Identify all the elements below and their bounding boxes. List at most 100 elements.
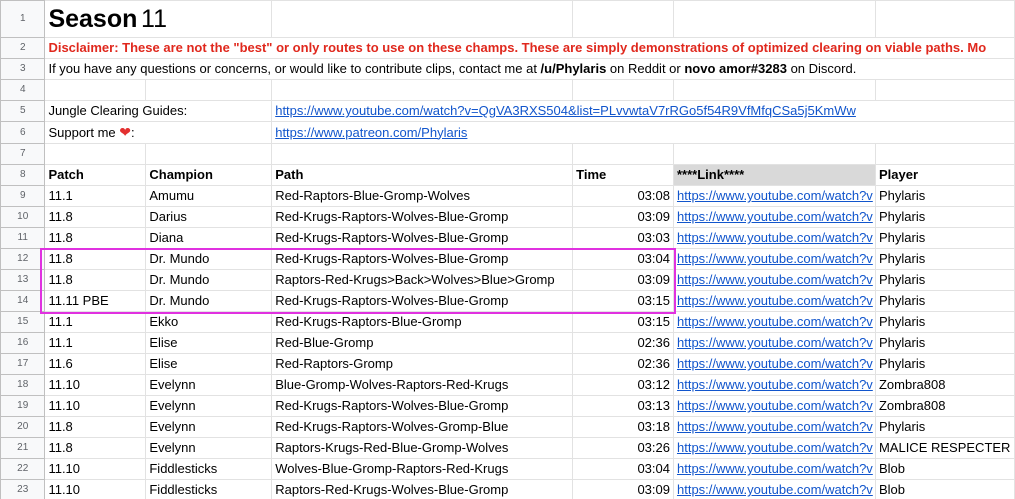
champion-cell[interactable]: Evelynn xyxy=(145,395,273,417)
patch-cell[interactable]: 11.1 xyxy=(44,185,147,207)
video-link[interactable]: https://www.youtube.com/watch?v xyxy=(677,482,873,497)
video-link[interactable]: https://www.youtube.com/watch?v xyxy=(677,314,873,329)
path-cell[interactable]: Raptors-Red-Krugs-Wolves-Blue-Gromp xyxy=(271,479,574,499)
link-cell[interactable]: https://www.youtube.com/watch?v xyxy=(672,374,876,396)
patch-cell[interactable]: 11.11 PBE xyxy=(44,290,147,312)
video-link[interactable]: https://www.youtube.com/watch?v xyxy=(677,398,873,413)
link-cell[interactable]: https://www.youtube.com/watch?v xyxy=(672,206,876,228)
row-header[interactable]: 4 xyxy=(0,79,46,101)
time-cell[interactable]: 03:15 xyxy=(572,290,674,312)
champion-cell[interactable]: Diana xyxy=(145,227,273,249)
time-cell[interactable]: 03:09 xyxy=(572,269,674,291)
player-cell[interactable]: Phylaris xyxy=(874,332,1015,354)
path-cell[interactable]: Red-Krugs-Raptors-Wolves-Gromp-Blue xyxy=(271,416,574,438)
patch-cell[interactable]: 11.1 xyxy=(44,311,147,333)
path-cell[interactable]: Red-Krugs-Raptors-Wolves-Blue-Gromp xyxy=(271,227,574,249)
time-cell[interactable]: 03:12 xyxy=(572,374,674,396)
cell[interactable] xyxy=(145,79,273,101)
patch-cell[interactable]: 11.1 xyxy=(44,332,147,354)
patch-cell[interactable]: 11.10 xyxy=(44,374,147,396)
time-cell[interactable]: 03:13 xyxy=(572,395,674,417)
header-player[interactable]: Player xyxy=(874,164,1015,186)
table-row[interactable]: 10 11.8 Darius Red-Krugs-Raptors-Wolves-Blu… xyxy=(0,206,1015,228)
patch-cell[interactable]: 11.6 xyxy=(44,353,147,375)
support-link-cell[interactable]: https://www.patreon.com/Phylaris xyxy=(271,121,1015,144)
champion-cell[interactable]: Evelynn xyxy=(145,374,273,396)
patch-cell[interactable]: 11.8 xyxy=(44,227,147,249)
time-cell[interactable]: 03:03 xyxy=(572,227,674,249)
cell[interactable] xyxy=(44,143,147,165)
table-row[interactable]: 12 11.8 Dr. Mundo Red-Krugs-Raptors-Wolves-… xyxy=(0,248,1015,270)
player-cell[interactable]: Phylaris xyxy=(874,353,1015,375)
link-cell[interactable]: https://www.youtube.com/watch?v xyxy=(672,185,876,207)
row-header[interactable]: 6 xyxy=(0,121,46,144)
link-cell[interactable]: https://www.youtube.com/watch?v xyxy=(672,311,876,333)
table-row[interactable]: 20 11.8 Evelynn Red-Krugs-Raptors-Wolves-Gr… xyxy=(0,416,1015,438)
time-cell[interactable]: 03:08 xyxy=(572,185,674,207)
row-header[interactable]: 12 xyxy=(0,248,46,270)
table-row[interactable]: 14 11.11 PBE Dr. Mundo Red-Krugs-Raptors-Wo… xyxy=(0,290,1015,312)
row-header[interactable]: 21 xyxy=(0,437,46,459)
patch-cell[interactable]: 11.8 xyxy=(44,206,147,228)
table-row[interactable]: 15 11.1 Ekko Red-Krugs-Raptors-Blue-Gromp 03… xyxy=(0,311,1015,333)
cell[interactable] xyxy=(874,79,1015,101)
video-link[interactable]: https://www.youtube.com/watch?v xyxy=(677,461,873,476)
row-header[interactable]: 11 xyxy=(0,227,46,249)
patch-cell[interactable]: 11.10 xyxy=(44,395,147,417)
cell[interactable] xyxy=(572,143,674,165)
video-link[interactable]: https://www.youtube.com/watch?v xyxy=(677,335,873,350)
row-header[interactable]: 20 xyxy=(0,416,46,438)
cell[interactable] xyxy=(271,143,574,165)
video-link[interactable]: https://www.youtube.com/watch?v xyxy=(677,230,873,245)
patch-cell[interactable]: 11.10 xyxy=(44,458,147,480)
title-cell[interactable]: Season 11 xyxy=(44,0,273,38)
video-link[interactable]: https://www.youtube.com/watch?v xyxy=(677,356,873,371)
path-cell[interactable]: Red-Krugs-Raptors-Wolves-Blue-Gromp xyxy=(271,206,574,228)
header-champion[interactable]: Champion xyxy=(145,164,273,186)
champion-cell[interactable]: Dr. Mundo xyxy=(145,269,273,291)
table-row[interactable]: 22 11.10 Fiddlesticks Wolves-Blue-Gromp-Rap… xyxy=(0,458,1015,480)
cell[interactable] xyxy=(572,79,674,101)
cell[interactable] xyxy=(874,0,1015,38)
row-header[interactable]: 9 xyxy=(0,185,46,207)
link-cell[interactable]: https://www.youtube.com/watch?v xyxy=(672,458,876,480)
cell[interactable] xyxy=(145,143,273,165)
player-cell[interactable]: Phylaris xyxy=(874,206,1015,228)
player-cell[interactable]: MALICE RESPECTER xyxy=(874,437,1015,459)
contact-cell[interactable]: If you have any questions or concerns, o… xyxy=(44,58,1015,80)
path-cell[interactable]: Raptors-Krugs-Red-Blue-Gromp-Wolves xyxy=(271,437,574,459)
path-cell[interactable]: Red-Krugs-Raptors-Wolves-Blue-Gromp xyxy=(271,290,574,312)
player-cell[interactable]: Phylaris xyxy=(874,416,1015,438)
link-cell[interactable]: https://www.youtube.com/watch?v xyxy=(672,479,876,499)
link-cell[interactable]: https://www.youtube.com/watch?v xyxy=(672,437,876,459)
cell[interactable] xyxy=(672,143,876,165)
video-link[interactable]: https://www.youtube.com/watch?v xyxy=(677,293,873,308)
path-cell[interactable]: Blue-Gromp-Wolves-Raptors-Red-Krugs xyxy=(271,374,574,396)
row-header[interactable]: 10 xyxy=(0,206,46,228)
cell[interactable] xyxy=(874,143,1015,165)
champion-cell[interactable]: Dr. Mundo xyxy=(145,290,273,312)
cell[interactable] xyxy=(572,0,674,38)
table-row[interactable]: 18 11.10 Evelynn Blue-Gromp-Wolves-Raptors-… xyxy=(0,374,1015,396)
row-header[interactable]: 15 xyxy=(0,311,46,333)
champion-cell[interactable]: Fiddlesticks xyxy=(145,458,273,480)
path-cell[interactable]: Red-Krugs-Raptors-Blue-Gromp xyxy=(271,311,574,333)
champion-cell[interactable]: Evelynn xyxy=(145,416,273,438)
table-row[interactable]: 9 11.1 Amumu Red-Raptors-Blue-Gromp-Wolves 0… xyxy=(0,185,1015,207)
player-cell[interactable]: Phylaris xyxy=(874,290,1015,312)
video-link[interactable]: https://www.youtube.com/watch?v xyxy=(677,272,873,287)
champion-cell[interactable]: Amumu xyxy=(145,185,273,207)
player-cell[interactable]: Phylaris xyxy=(874,311,1015,333)
row-header[interactable]: 8 xyxy=(0,164,46,186)
row-header[interactable]: 16 xyxy=(0,332,46,354)
table-row[interactable]: 13 11.8 Dr. Mundo Raptors-Red-Krugs>Back>Wo… xyxy=(0,269,1015,291)
row-header[interactable]: 18 xyxy=(0,374,46,396)
champion-cell[interactable]: Ekko xyxy=(145,311,273,333)
row-header[interactable]: 22 xyxy=(0,458,46,480)
time-cell[interactable]: 03:26 xyxy=(572,437,674,459)
link-cell[interactable]: https://www.youtube.com/watch?v xyxy=(672,227,876,249)
champion-cell[interactable]: Darius xyxy=(145,206,273,228)
link-cell[interactable]: https://www.youtube.com/watch?v xyxy=(672,269,876,291)
champion-cell[interactable]: Evelynn xyxy=(145,437,273,459)
time-cell[interactable]: 03:04 xyxy=(572,458,674,480)
